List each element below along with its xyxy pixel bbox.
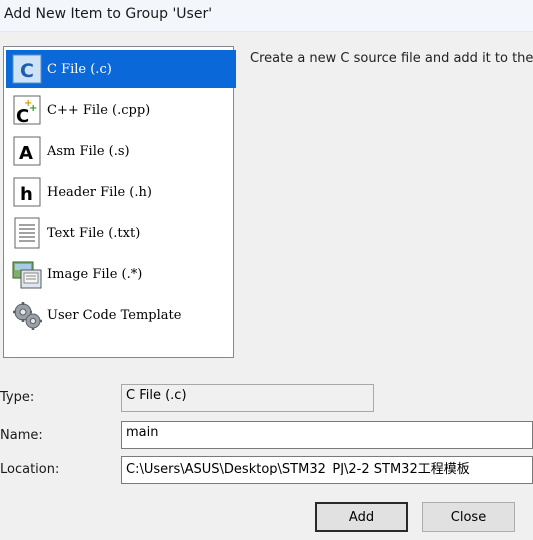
svg-text:A: A xyxy=(19,143,33,164)
window-title: Add New Item to Group 'User' xyxy=(4,6,213,22)
location-field[interactable] xyxy=(121,456,533,484)
svg-text:C: C xyxy=(16,106,29,126)
name-field[interactable] xyxy=(121,421,533,449)
location-label: Location: xyxy=(0,462,60,477)
name-input[interactable] xyxy=(126,425,528,440)
template-list[interactable]: C C File (.c) C + + C++ File (.cpp) A As… xyxy=(3,46,236,358)
svg-text:+: + xyxy=(29,103,37,114)
gear-icon xyxy=(11,299,43,331)
type-label: Type: xyxy=(0,390,35,405)
template-item-label: User Code Template xyxy=(47,307,182,323)
location-input[interactable] xyxy=(126,460,528,475)
template-item-label: C File (.c) xyxy=(47,61,112,77)
template-item-label: Header File (.h) xyxy=(47,184,152,200)
template-item-label: Asm File (.s) xyxy=(47,143,130,159)
type-field: C File (.c) xyxy=(121,384,374,412)
svg-text:C: C xyxy=(20,60,34,82)
image-file-icon xyxy=(11,258,43,290)
template-item-label: Image File (.*) xyxy=(47,266,143,282)
c-file-icon: C xyxy=(11,53,43,85)
asm-file-icon: A xyxy=(11,135,43,167)
add-button[interactable]: Add xyxy=(315,502,408,532)
template-item-image-file[interactable]: Image File (.*) xyxy=(6,255,236,293)
template-item-label: C++ File (.cpp) xyxy=(47,102,151,118)
close-button[interactable]: Close xyxy=(422,502,515,532)
template-item-text-file[interactable]: Text File (.txt) xyxy=(6,214,236,252)
template-description: Create a new C source file and add it to… xyxy=(250,51,533,66)
template-item-user-code[interactable]: User Code Template xyxy=(6,296,236,334)
cpp-file-icon: C + + xyxy=(11,94,43,127)
template-item-label: Text File (.txt) xyxy=(47,225,141,241)
header-file-icon: h xyxy=(11,176,43,208)
text-file-icon xyxy=(11,217,43,249)
title-bar: Add New Item to Group 'User' xyxy=(0,0,533,32)
template-item-header-file[interactable]: h Header File (.h) xyxy=(6,173,236,211)
template-item-c-file[interactable]: C C File (.c) xyxy=(6,50,236,88)
template-item-asm-file[interactable]: A Asm File (.s) xyxy=(6,132,236,170)
name-label: Name: xyxy=(0,428,43,443)
template-item-cpp-file[interactable]: C + + C++ File (.cpp) xyxy=(6,91,236,129)
svg-text:h: h xyxy=(20,184,33,205)
